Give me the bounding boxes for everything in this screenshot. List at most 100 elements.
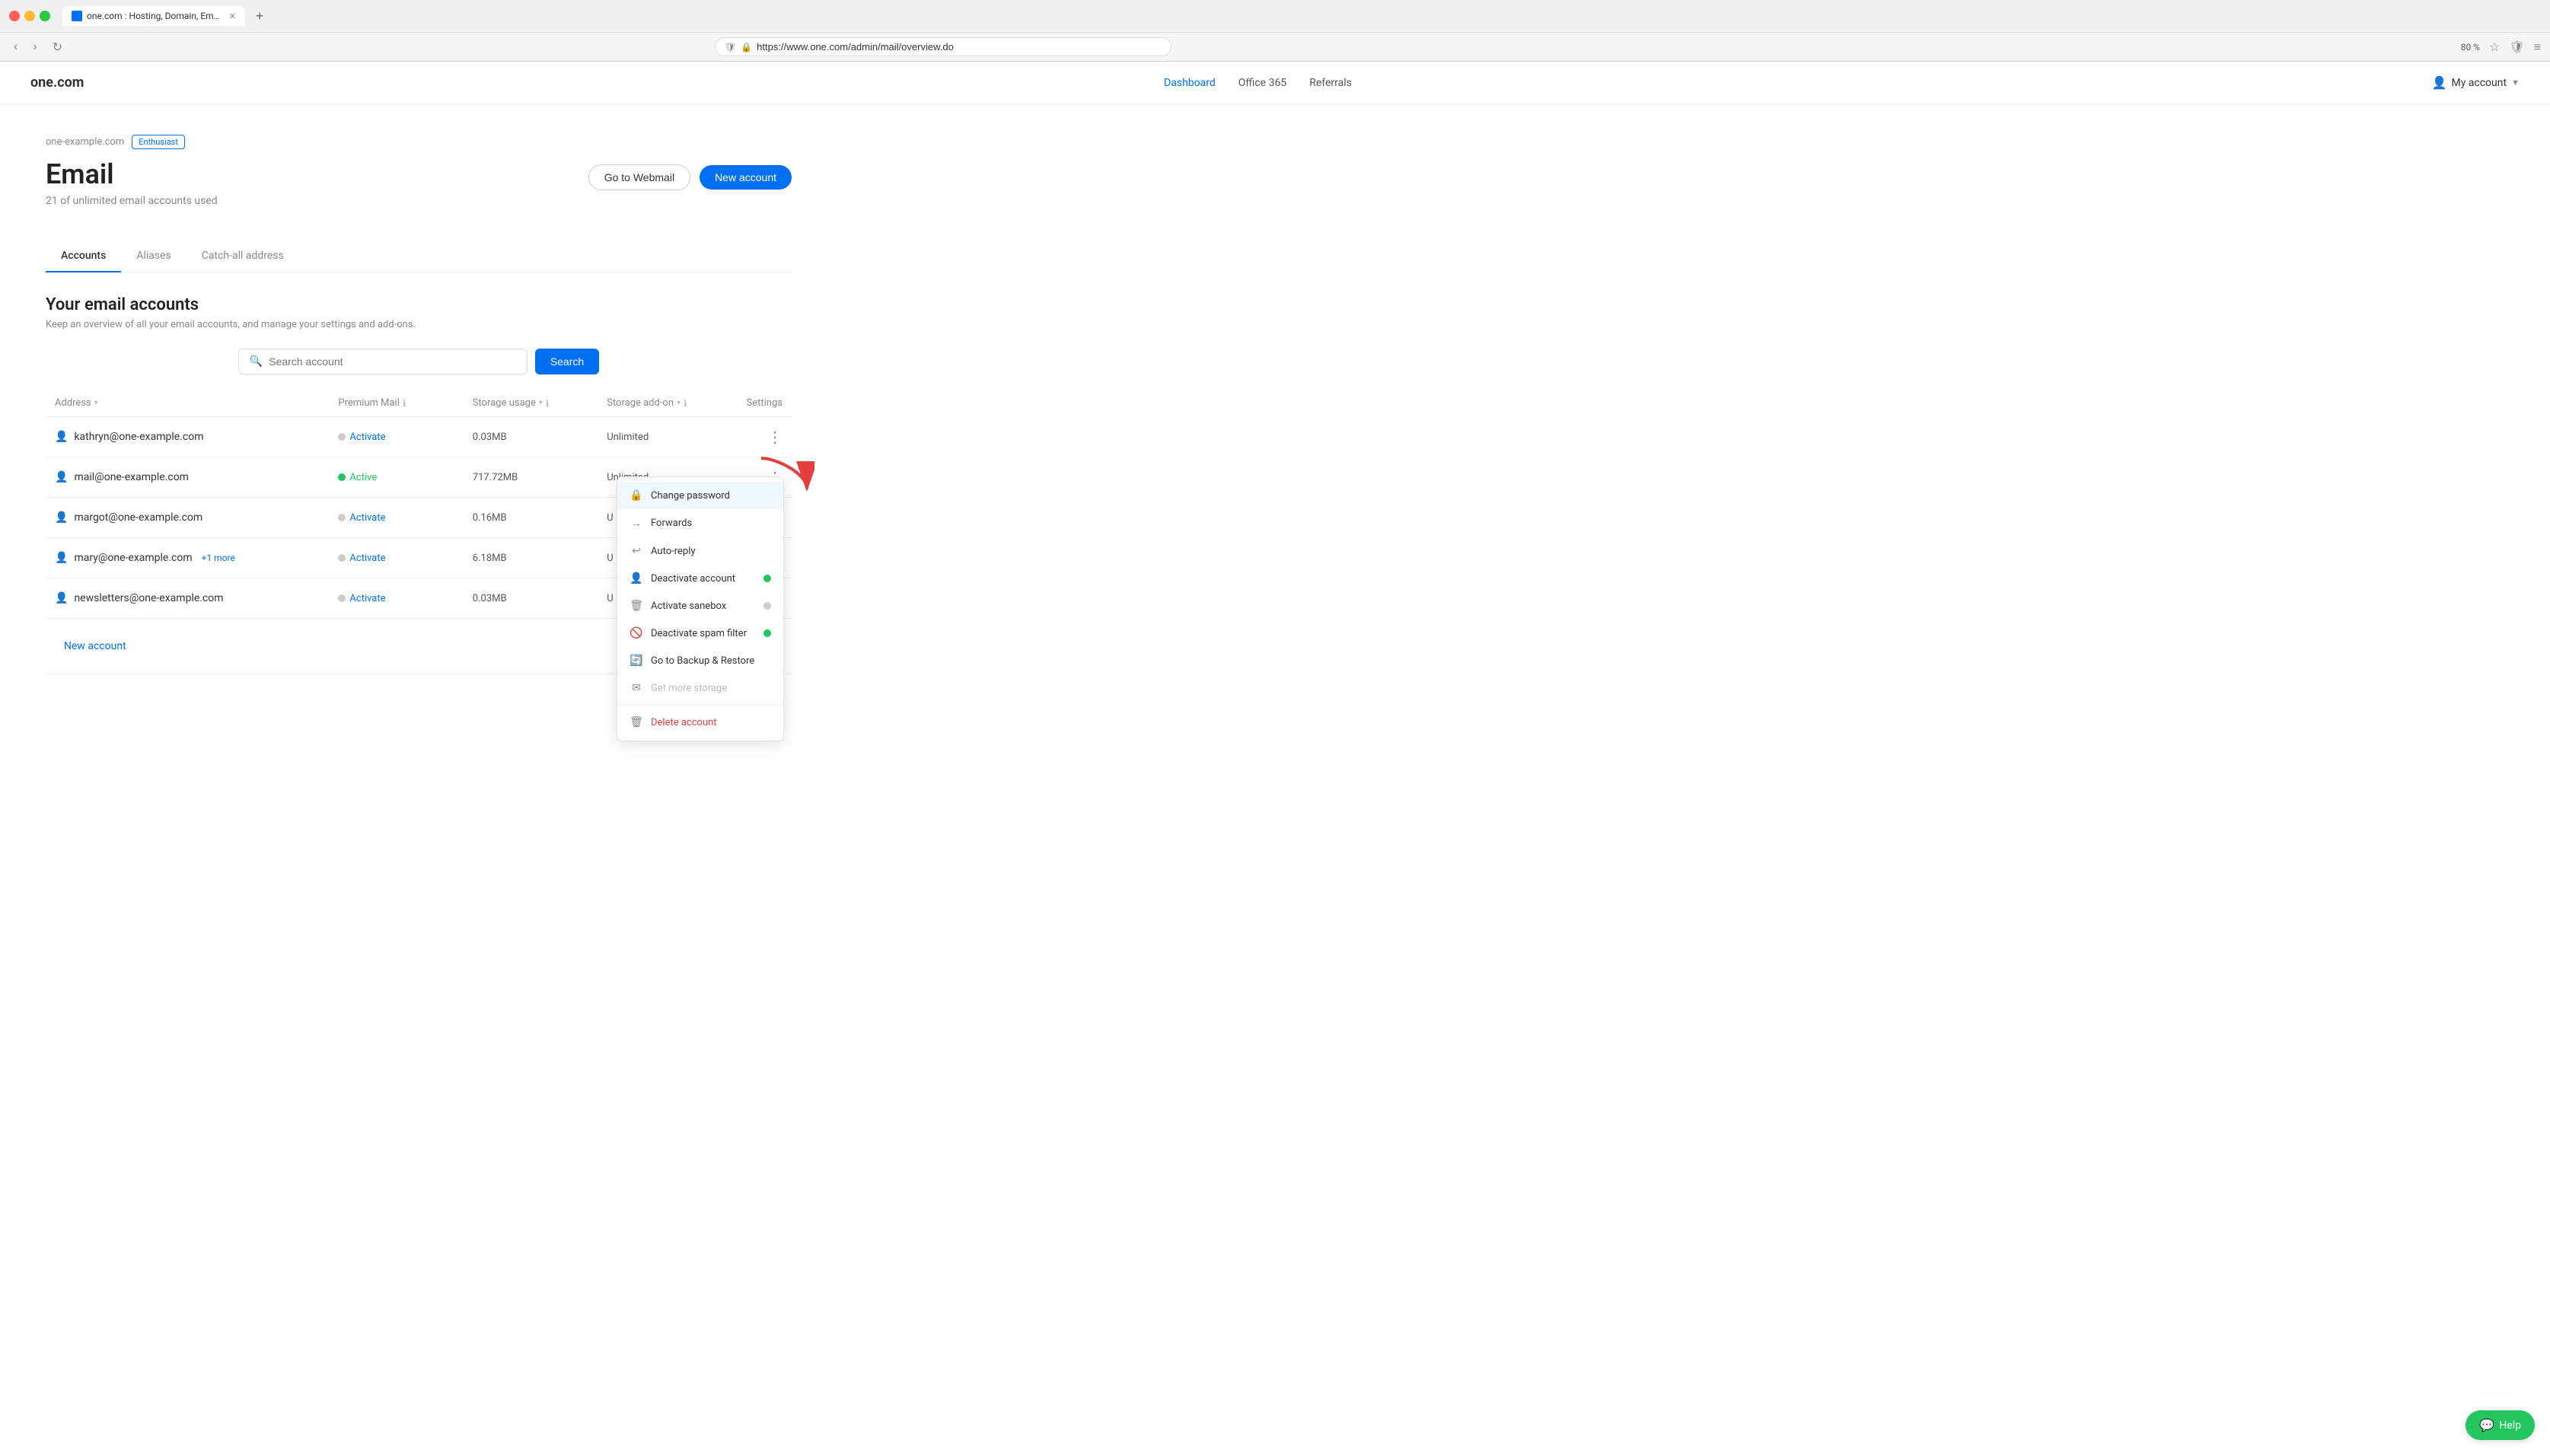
table-row: 👤 kathryn@one-example.com Activate 0.03M… bbox=[46, 417, 792, 457]
col-address-label: Address bbox=[55, 397, 91, 409]
deactivate-spam-item[interactable]: 🚫 Deactivate spam filter bbox=[617, 620, 783, 647]
premium-activate-button[interactable]: Activate bbox=[338, 593, 454, 604]
premium-activate-button[interactable]: Activate bbox=[338, 553, 454, 564]
backup-restore-item[interactable]: 🔄 Go to Backup & Restore bbox=[617, 647, 783, 674]
tab-bar: Accounts Aliases Catch-all address bbox=[46, 241, 792, 272]
help-chat-icon: 💬 bbox=[2479, 1418, 2494, 1432]
storage-value: 0.16MB bbox=[473, 512, 507, 524]
nav-referrals[interactable]: Referrals bbox=[1309, 77, 1352, 89]
table-row: 👤 mail@one-example.com Active 717.72MB U… bbox=[46, 457, 792, 498]
premium-activate-button[interactable]: Activate bbox=[338, 512, 454, 524]
help-button[interactable]: 💬 Help bbox=[2466, 1410, 2535, 1440]
addon-value: U bbox=[607, 512, 613, 524]
security-icon: 🛡 bbox=[725, 42, 736, 53]
deactivate-account-item[interactable]: 👤 Deactivate account bbox=[617, 565, 783, 592]
tab-aliases[interactable]: Aliases bbox=[121, 241, 186, 272]
storage-value: 0.03MB bbox=[473, 432, 507, 443]
user-icon: 👤 bbox=[630, 572, 643, 585]
addon-sort-icon[interactable]: ▾ bbox=[677, 399, 681, 407]
new-account-link[interactable]: New account bbox=[55, 629, 135, 663]
nav-dashboard[interactable]: Dashboard bbox=[1164, 77, 1216, 89]
email-row-icon: 👤 bbox=[55, 431, 68, 443]
browser-tab[interactable]: one.com : Hosting, Domain, Em… ✕ bbox=[62, 6, 245, 26]
email-row-icon: 👤 bbox=[55, 552, 68, 564]
domain-name: one-example.com bbox=[46, 136, 124, 148]
col-addon-label: Storage add-on bbox=[607, 397, 674, 409]
bookmark-icon[interactable]: ☆ bbox=[2489, 40, 2500, 54]
tab-title: one.com : Hosting, Domain, Em… bbox=[87, 11, 220, 21]
status-dot bbox=[338, 594, 346, 602]
addon-value: Unlimited bbox=[607, 432, 649, 443]
tab-favicon bbox=[72, 11, 82, 21]
close-dot[interactable] bbox=[9, 11, 20, 21]
zoom-level: 80 % bbox=[2461, 42, 2480, 53]
tab-catch-all[interactable]: Catch-all address bbox=[186, 241, 299, 272]
domain-badge-row: one-example.com Enthusiast bbox=[46, 135, 792, 149]
nav-links: Dashboard Office 365 Referrals bbox=[1164, 77, 1352, 89]
new-account-button[interactable]: New account bbox=[700, 165, 792, 190]
auto-reply-label: Auto-reply bbox=[651, 546, 696, 557]
search-input[interactable] bbox=[269, 355, 516, 368]
maximize-dot[interactable] bbox=[40, 11, 50, 21]
email-address-text: mary@one-example.com bbox=[74, 552, 192, 564]
my-account-button[interactable]: 👤 My account ▼ bbox=[2432, 75, 2520, 90]
delete-account-item[interactable]: 🗑 Delete account bbox=[617, 709, 783, 736]
tab-accounts[interactable]: Accounts bbox=[46, 241, 121, 272]
activate-sanebox-label: Activate sanebox bbox=[651, 601, 726, 612]
storage-icon: ✉ bbox=[630, 682, 643, 694]
top-navigation: one.com Dashboard Office 365 Referrals 👤… bbox=[0, 62, 2550, 104]
addon-info-icon[interactable]: ℹ bbox=[684, 398, 687, 409]
page-subtitle: 21 of unlimited email accounts used bbox=[46, 195, 218, 207]
back-button[interactable]: ‹ bbox=[9, 39, 22, 56]
deactivate-account-label: Deactivate account bbox=[651, 573, 735, 585]
logo: one.com bbox=[30, 75, 84, 91]
go-to-webmail-button[interactable]: Go to Webmail bbox=[588, 164, 690, 190]
delete-icon: 🗑 bbox=[630, 716, 643, 728]
extensions-icon[interactable]: 🛡 bbox=[2509, 40, 2524, 54]
change-password-item[interactable]: 🔒 Change password bbox=[617, 482, 783, 509]
forward-button[interactable]: › bbox=[28, 39, 41, 56]
email-row-icon: 👤 bbox=[55, 471, 68, 483]
premium-label: Active bbox=[349, 472, 377, 483]
nav-office365[interactable]: Office 365 bbox=[1238, 77, 1286, 89]
auto-reply-item[interactable]: ↩ Auto-reply bbox=[617, 537, 783, 565]
page-title: Email bbox=[46, 158, 218, 190]
row-menu-button[interactable]: ⋮ bbox=[741, 428, 783, 446]
col-premium-label: Premium Mail bbox=[338, 397, 399, 409]
menu-divider bbox=[617, 705, 783, 706]
spam-toggle bbox=[763, 629, 771, 637]
email-accounts-table: Address ▾ Premium Mail ℹ bbox=[46, 390, 792, 674]
user-icon: 👤 bbox=[2432, 75, 2447, 90]
minimize-dot[interactable] bbox=[24, 11, 35, 21]
address-bar[interactable]: 🛡 🔒 bbox=[715, 37, 1171, 56]
status-dot bbox=[338, 554, 346, 562]
deactivate-toggle bbox=[763, 575, 771, 582]
get-more-storage-item: ✉ Get more storage bbox=[617, 674, 783, 702]
storage-info-icon[interactable]: ℹ bbox=[546, 398, 550, 409]
url-input[interactable] bbox=[757, 41, 1162, 53]
backup-icon: 🔄 bbox=[630, 655, 643, 667]
tab-close-button[interactable]: ✕ bbox=[229, 11, 236, 21]
storage-sort-icon[interactable]: ▾ bbox=[539, 399, 543, 407]
new-tab-button[interactable]: + bbox=[256, 8, 264, 24]
enthusiast-badge: Enthusiast bbox=[132, 135, 185, 149]
reload-button[interactable]: ↻ bbox=[48, 38, 67, 56]
forwards-item[interactable]: → Forwards bbox=[617, 509, 783, 537]
premium-active-status: Active bbox=[338, 472, 454, 483]
premium-info-icon[interactable]: ℹ bbox=[403, 398, 406, 409]
my-account-label: My account bbox=[2451, 77, 2507, 89]
email-address-text: newsletters@one-example.com bbox=[74, 592, 223, 604]
premium-activate-button[interactable]: Activate bbox=[338, 432, 454, 443]
address-sort-icon[interactable]: ▾ bbox=[94, 399, 98, 407]
email-address-text: kathryn@one-example.com bbox=[74, 431, 203, 443]
row-context-menu: 🔒 Change password → Forwards ↩ Auto-repl… bbox=[617, 476, 784, 741]
storage-value: 6.18MB bbox=[473, 553, 507, 564]
deactivate-spam-label: Deactivate spam filter bbox=[651, 628, 747, 639]
activate-sanebox-item[interactable]: 🗑 Activate sanebox bbox=[617, 592, 783, 620]
premium-label: Activate bbox=[349, 512, 385, 524]
alias-count[interactable]: +1 more bbox=[202, 553, 235, 563]
menu-icon[interactable]: ≡ bbox=[2534, 40, 2541, 55]
search-button[interactable]: Search bbox=[535, 349, 599, 374]
change-password-label: Change password bbox=[651, 490, 730, 502]
email-row-icon: 👤 bbox=[55, 592, 68, 604]
